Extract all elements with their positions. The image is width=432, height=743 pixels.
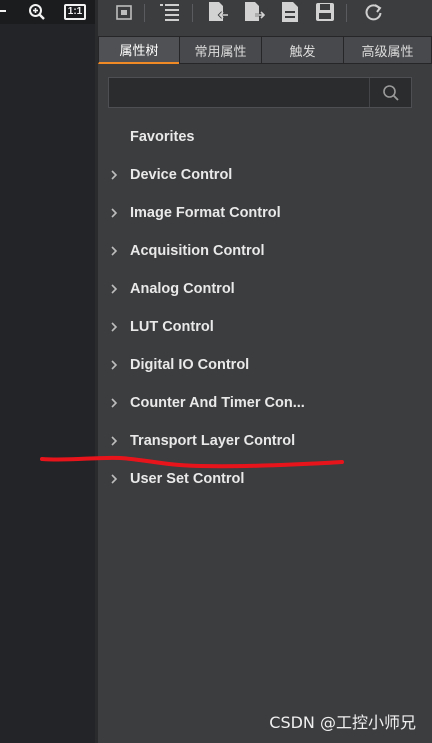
chevron-right-icon[interactable]	[108, 359, 120, 371]
tree-item-transport-layer-control[interactable]: Transport Layer Control	[98, 422, 432, 460]
actual-size-button[interactable]: 1:1	[63, 1, 87, 23]
chevron-right-icon[interactable]	[108, 283, 120, 295]
image-viewer-panel: 1:1	[0, 0, 95, 743]
chevron-right-icon[interactable]	[108, 397, 120, 409]
property-toolbar	[98, 0, 432, 30]
toolbar-separator	[192, 4, 193, 22]
chevron-right-icon[interactable]	[108, 435, 120, 447]
import-icon[interactable]	[206, 0, 230, 24]
search-box	[108, 77, 412, 108]
list-icon[interactable]	[158, 0, 182, 24]
collapse-dash-icon[interactable]	[0, 10, 6, 12]
viewer-toolbar: 1:1	[0, 0, 95, 24]
document-icon[interactable]	[278, 0, 302, 24]
chevron-right-icon[interactable]	[108, 473, 120, 485]
tree-item-lut-control[interactable]: LUT Control	[98, 308, 432, 346]
export-icon[interactable]	[242, 0, 266, 24]
tab-advanced-properties[interactable]: 高级属性	[343, 36, 432, 64]
toolbar-separator	[144, 4, 145, 22]
actual-size-label: 1:1	[63, 4, 87, 20]
search-input[interactable]	[109, 78, 387, 107]
chevron-right-icon[interactable]	[108, 245, 120, 257]
tree-item-label: Counter And Timer Con...	[130, 395, 305, 411]
tree-item-analog-control[interactable]: Analog Control	[98, 270, 432, 308]
tree-item-image-format-control[interactable]: Image Format Control	[98, 194, 432, 232]
tree-item-counter-and-timer-control[interactable]: Counter And Timer Con...	[98, 384, 432, 422]
search-icon[interactable]	[369, 78, 411, 107]
tab-common-properties[interactable]: 常用属性	[179, 36, 262, 64]
tree-item-user-set-control[interactable]: User Set Control	[98, 460, 432, 498]
tab-label: 触发	[289, 43, 316, 59]
tree-item-label: User Set Control	[130, 471, 245, 487]
save-icon[interactable]	[313, 0, 337, 24]
property-tabs: 属性树 常用属性 触发 高级属性	[98, 36, 432, 66]
tree-item-favorites[interactable]: Favorites	[98, 118, 432, 156]
tree-item-label: Acquisition Control	[130, 243, 265, 259]
tree-item-acquisition-control[interactable]: Acquisition Control	[98, 232, 432, 270]
tree-item-label: LUT Control	[130, 319, 214, 335]
toolbar-separator	[346, 4, 347, 22]
chevron-right-icon[interactable]	[108, 169, 120, 181]
tab-label: 常用属性	[194, 43, 247, 59]
property-tree: Favorites Device Control Image Format Co…	[98, 118, 432, 498]
property-panel: 属性树 常用属性 触发 高级属性 Favorites Device Contro…	[98, 0, 432, 743]
frame-icon[interactable]	[112, 0, 136, 24]
tab-property-tree[interactable]: 属性树	[98, 36, 180, 64]
tree-item-label: Device Control	[130, 167, 233, 183]
refresh-icon[interactable]	[362, 0, 386, 24]
tree-item-label: Favorites	[130, 129, 195, 145]
tree-item-device-control[interactable]: Device Control	[98, 156, 432, 194]
tree-item-label: Digital IO Control	[130, 357, 250, 373]
tab-label: 属性树	[119, 43, 159, 58]
tree-item-label: Image Format Control	[130, 205, 281, 221]
tab-trigger[interactable]: 触发	[261, 36, 344, 64]
watermark: CSDN @工控小师兄	[269, 713, 416, 732]
tree-item-label: Analog Control	[130, 281, 235, 297]
tree-item-digital-io-control[interactable]: Digital IO Control	[98, 346, 432, 384]
zoom-in-icon[interactable]	[26, 1, 48, 23]
chevron-right-icon[interactable]	[108, 321, 120, 333]
chevron-right-icon[interactable]	[108, 207, 120, 219]
tree-item-label: Transport Layer Control	[130, 433, 296, 449]
tab-label: 高级属性	[361, 43, 414, 59]
